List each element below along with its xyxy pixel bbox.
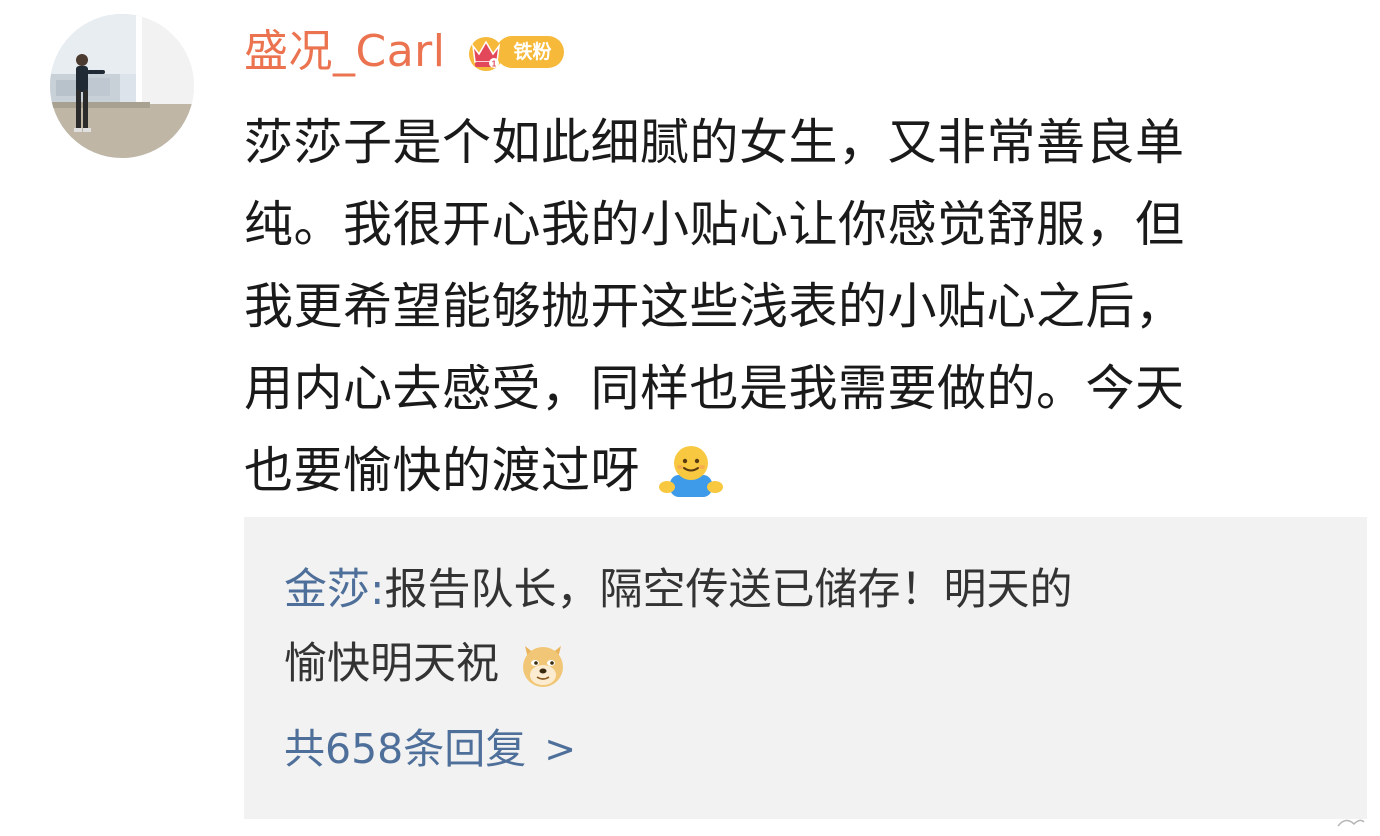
post-text-line: 也要愉快的渡过呀 [244,430,1354,512]
post-content: 莎莎子是个如此细腻的女生，又非常善良单 纯。我很开心我的小贴心让你感觉舒服，但 … [244,102,1354,512]
reply-text: 愉快明天祝 [284,639,499,689]
reply-text-line: 金莎: 报告队长，隔空传送已储存！明天的 [284,553,1344,627]
watermark-icon [1337,819,1365,827]
avatar[interactable] [50,14,194,158]
smiling-person-emoji-icon [659,446,724,497]
chevron-right-icon: > [544,727,577,771]
post-header: 盛况_Carl 1 铁粉 [244,22,564,82]
reply-text: 报告队长，隔空传送已储存！明天的 [384,565,1073,615]
reply-count-text: 共658条回复 [284,725,527,773]
reply-author-link[interactable]: 金莎 [284,553,370,627]
badge-level: 1 [491,60,496,69]
post-text-line: 莎莎子是个如此细腻的女生，又非常善良单 [244,114,1185,171]
crown-icon: 1 [468,37,503,71]
avatar-photo [50,14,194,158]
doge-emoji-icon [523,646,563,687]
post-text-line: 用内心去感受，同样也是我需要做的。今天 [244,360,1185,417]
post-text-line: 我更希望能够抛开这些浅表的小贴心之后， [244,278,1185,335]
post-text-line: 纯。我很开心我的小贴心让你感觉舒服，但 [244,196,1185,253]
fan-badge[interactable]: 1 铁粉 [464,32,564,72]
reply-content: 金莎: 报告队长，隔空传送已储存！明天的 愉快明天祝 [284,553,1344,701]
reply-preview[interactable]: 金莎: 报告队长，隔空传送已储存！明天的 愉快明天祝 共658条回复 > [244,517,1367,819]
reply-separator: : [370,565,385,615]
view-all-replies-link[interactable]: 共658条回复 > [284,717,576,781]
username-link[interactable]: 盛况_Carl [244,24,446,80]
reply-text-line: 愉快明天祝 [284,627,1344,701]
